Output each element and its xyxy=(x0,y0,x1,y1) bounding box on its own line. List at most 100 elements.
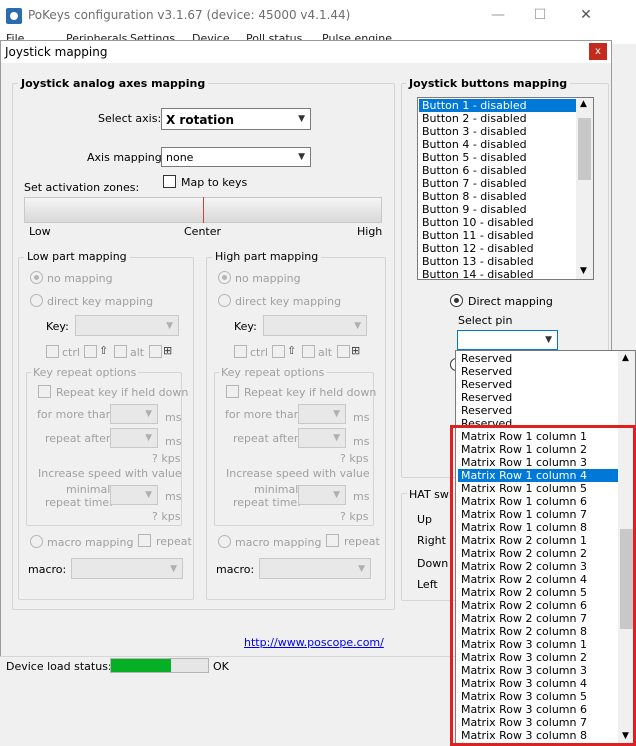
chevron-down-icon: ▼ xyxy=(358,564,365,574)
high-key-label: Key: xyxy=(234,320,257,333)
low-increase-speed-label: Increase speed with value xyxy=(38,467,182,480)
scroll-down-icon[interactable]: ▼ xyxy=(580,266,587,276)
high-key-combo[interactable]: ▼ xyxy=(263,315,367,336)
high-direct-key-radio[interactable] xyxy=(218,294,231,307)
listbox-scrollbar[interactable]: ▲ ▼ xyxy=(576,98,593,279)
axis-mapping-value: none xyxy=(166,151,194,164)
chevron-down-icon: ▼ xyxy=(170,564,177,574)
progress-fill xyxy=(111,659,172,672)
pin-option[interactable]: Reserved xyxy=(458,404,619,417)
low-ctrl-checkbox[interactable] xyxy=(46,345,59,358)
high-direct-key-label: direct key mapping xyxy=(235,295,342,308)
high-no-mapping-radio[interactable] xyxy=(218,271,231,284)
minimize-button[interactable]: — xyxy=(478,4,518,26)
center-marker[interactable] xyxy=(203,197,204,223)
button-list-item[interactable]: Button 7 - disabled xyxy=(419,177,577,190)
hat-up-label: Up xyxy=(417,513,433,526)
map-to-keys-checkbox[interactable] xyxy=(163,175,176,188)
low-repeat-time-label: repeat time: xyxy=(45,496,113,509)
set-zones-label: Set activation zones: xyxy=(24,181,140,194)
low-alt-label: alt xyxy=(130,346,145,359)
button-list-item[interactable]: Button 6 - disabled xyxy=(419,164,577,177)
low-macro-combo[interactable]: ▼ xyxy=(71,558,183,579)
scroll-up-icon[interactable]: ▲ xyxy=(622,353,629,363)
high-macro-radio[interactable] xyxy=(218,535,231,548)
high-macro-repeat-checkbox[interactable] xyxy=(326,534,339,547)
buttons-listbox[interactable]: Button 1 - disabled Button 2 - disabled Bu… xyxy=(417,97,594,280)
chevron-down-icon: ▼ xyxy=(145,490,152,500)
low-macro-radio[interactable] xyxy=(30,535,43,548)
dialog-title-bar: Joystick mapping x xyxy=(1,41,611,63)
high-shift-checkbox[interactable] xyxy=(272,345,285,358)
high-repeat-time-combo[interactable]: ▼ xyxy=(298,485,346,505)
pin-option[interactable]: Reserved xyxy=(458,365,619,378)
button-list-item[interactable]: Button 1 - disabled xyxy=(419,99,577,112)
map-to-keys-label: Map to keys xyxy=(181,176,248,189)
button-list-item[interactable]: Button 9 - disabled xyxy=(419,203,577,216)
low-repeat-held-checkbox[interactable] xyxy=(38,385,51,398)
low-no-mapping-radio[interactable] xyxy=(30,271,43,284)
low-direct-key-radio[interactable] xyxy=(30,294,43,307)
low-macro-repeat-checkbox[interactable] xyxy=(138,534,151,547)
button-list-item[interactable]: Button 5 - disabled xyxy=(419,151,577,164)
dialog-close-button[interactable]: x xyxy=(589,43,607,60)
button-list-item[interactable]: Button 2 - disabled xyxy=(419,112,577,125)
button-list-item[interactable]: Button 8 - disabled xyxy=(419,190,577,203)
select-pin-combo[interactable]: ▼ xyxy=(457,330,558,350)
chevron-down-icon: ▼ xyxy=(166,321,173,331)
button-list-item[interactable]: Button 3 - disabled xyxy=(419,125,577,138)
low-macro-repeat-label: repeat xyxy=(156,535,192,548)
high-ctrl-checkbox[interactable] xyxy=(234,345,247,358)
high-for-more-than-combo[interactable]: ▼ xyxy=(298,404,346,424)
low-key-combo[interactable]: ▼ xyxy=(75,315,179,336)
low-repeat-time-combo[interactable]: ▼ xyxy=(110,485,158,505)
maximize-button[interactable]: ☐ xyxy=(520,4,560,26)
main-title-bar: PoKeys configuration v3.1.67 (device: 45… xyxy=(0,0,636,32)
low-macro-mapping-label: macro mapping xyxy=(47,536,134,549)
button-list-item[interactable]: Button 13 - disabled xyxy=(419,255,577,268)
high-ctrl-label: ctrl xyxy=(250,346,268,359)
high-repeat-after-combo[interactable]: ▼ xyxy=(298,428,346,448)
low-repeat-after-combo[interactable]: ▼ xyxy=(110,428,158,448)
pin-option[interactable]: Reserved xyxy=(458,378,619,391)
button-list-item[interactable]: Button 4 - disabled xyxy=(419,138,577,151)
pin-option[interactable]: Reserved xyxy=(458,391,619,404)
button-list-item[interactable]: Button 11 - disabled xyxy=(419,229,577,242)
high-win-checkbox[interactable] xyxy=(337,345,350,358)
button-list-item[interactable]: Button 10 - disabled xyxy=(419,216,577,229)
high-macro-combo[interactable]: ▼ xyxy=(259,558,371,579)
device-load-progress xyxy=(110,658,209,673)
high-repeat-held-label: Repeat key if held down xyxy=(244,386,377,399)
dialog-title: Joystick mapping xyxy=(5,45,108,59)
select-axis-combo[interactable]: X rotation ▼ xyxy=(161,108,311,130)
button-list-item[interactable]: Button 14 - disabled xyxy=(419,268,577,279)
high-minimal-label: minimal xyxy=(254,483,299,496)
scroll-up-icon[interactable]: ▲ xyxy=(580,99,587,109)
chevron-down-icon: ▼ xyxy=(333,409,340,419)
low-for-more-than-combo[interactable]: ▼ xyxy=(110,404,158,424)
low-key-label: Key: xyxy=(46,320,69,333)
low-alt-checkbox[interactable] xyxy=(114,345,127,358)
low-shift-checkbox[interactable] xyxy=(84,345,97,358)
poscope-link[interactable]: http://www.poscope.com/ xyxy=(244,636,384,649)
high-repeat-held-checkbox[interactable] xyxy=(226,385,239,398)
device-load-status-label: Device load status: xyxy=(6,660,112,673)
low-ms-3: ms xyxy=(165,490,182,503)
app-icon xyxy=(6,8,22,24)
chevron-down-icon: ▼ xyxy=(298,114,305,124)
pin-option[interactable]: Reserved xyxy=(458,352,619,365)
close-window-button[interactable]: ✕ xyxy=(566,4,606,26)
high-alt-checkbox[interactable] xyxy=(302,345,315,358)
axis-mapping-combo[interactable]: none ▼ xyxy=(161,147,311,167)
low-win-checkbox[interactable] xyxy=(149,345,162,358)
hat-down-label: Down xyxy=(417,557,449,570)
hat-switch-title: HAT swi xyxy=(407,488,454,501)
high-macro-repeat-label: repeat xyxy=(344,535,380,548)
scrollbar-thumb[interactable] xyxy=(578,118,591,180)
button-list-item[interactable]: Button 12 - disabled xyxy=(419,242,577,255)
high-for-more-than-label: for more than xyxy=(225,408,301,421)
highlight-box xyxy=(450,425,636,746)
select-axis-value: X rotation xyxy=(166,113,235,127)
window-title: PoKeys configuration v3.1.67 (device: 45… xyxy=(28,8,351,22)
direct-mapping-radio[interactable] xyxy=(450,294,463,307)
